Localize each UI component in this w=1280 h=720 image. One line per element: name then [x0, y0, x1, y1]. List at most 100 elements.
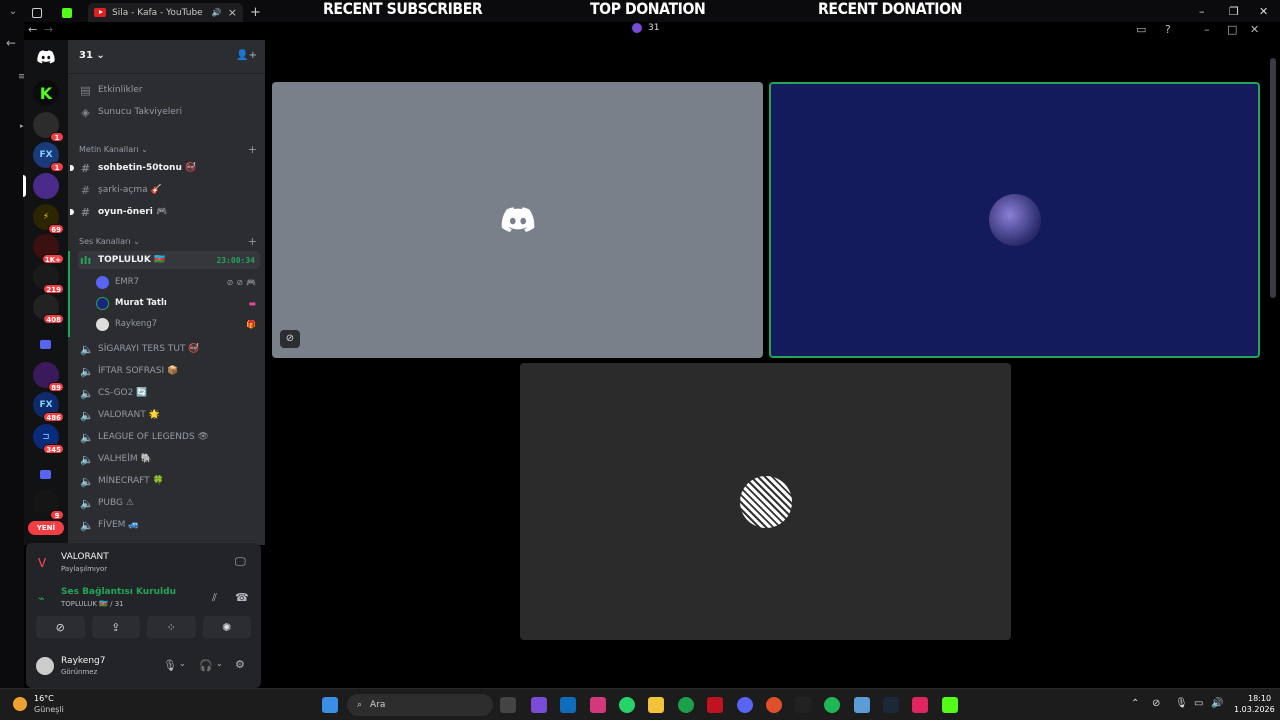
- instagram-icon[interactable]: [590, 697, 606, 713]
- new-tab-button[interactable]: +: [250, 3, 261, 22]
- voice-channel-path[interactable]: TOPLULUK 🇦🇿 / 31: [61, 600, 124, 608]
- collapse-arrow-icon[interactable]: ▸: [20, 122, 24, 130]
- voice-channel-valorant[interactable]: 🔈 VALORANT 🌟: [78, 406, 260, 424]
- code-icon[interactable]: [795, 697, 811, 713]
- voice-channel-csgo2[interactable]: 🔈 CS-GO2 🔄: [78, 384, 260, 402]
- microphone-icon[interactable]: 🎙: [163, 659, 177, 672]
- discord-home-button[interactable]: [33, 44, 59, 70]
- voice-channel-topluluk[interactable]: ılı TOPLULUK 🇦🇿 23:00:34: [78, 251, 260, 269]
- screen-share-button[interactable]: ⇪: [91, 616, 140, 638]
- voice-category[interactable]: Ses Kanalları ⌄: [79, 237, 140, 246]
- speaker-icon[interactable]: 🔊: [212, 8, 222, 17]
- server-bolt[interactable]: ⚡ 69: [33, 204, 64, 234]
- store-icon[interactable]: [560, 697, 576, 713]
- video-tile-emr7[interactable]: ⊘: [272, 82, 763, 358]
- server-5[interactable]: 219: [33, 264, 64, 294]
- guild-header[interactable]: 31 ⌄ 👤+: [68, 40, 265, 74]
- steam-icon[interactable]: [883, 697, 899, 713]
- server-12[interactable]: 9: [33, 490, 64, 520]
- nav-back-icon[interactable]: ←: [28, 23, 37, 36]
- server-fx-2[interactable]: FX 486: [33, 392, 64, 422]
- activities-button[interactable]: ⁘: [147, 616, 196, 638]
- folder-icon[interactable]: [40, 340, 51, 349]
- network-app-icon[interactable]: [854, 697, 870, 713]
- voice-status[interactable]: Ses Bağlantısı Kuruldu: [61, 587, 176, 597]
- boosts-item[interactable]: ◈ Sunucu Takviyeleri: [78, 103, 260, 121]
- tab-list-button[interactable]: ⌄: [4, 4, 22, 20]
- voice-user-murat[interactable]: Murat Tatlı ▬: [96, 294, 256, 312]
- disconnect-icon[interactable]: ☎: [235, 591, 249, 604]
- scrollbar[interactable]: [1270, 58, 1276, 298]
- browser-minimize-button[interactable]: –: [1199, 5, 1205, 18]
- copilot-icon[interactable]: [531, 697, 547, 713]
- server-6[interactable]: 408: [33, 294, 64, 324]
- nav-forward-icon[interactable]: →: [44, 23, 53, 36]
- tab-pinned-1[interactable]: [32, 3, 48, 22]
- voice-channel-lol[interactable]: 🔈 LEAGUE OF LEGENDS 👁: [78, 428, 260, 446]
- voice-channel-iftar[interactable]: 🔈 İFTAR SOFRASI 📦: [78, 362, 260, 380]
- invite-user-icon[interactable]: 👤+: [236, 50, 257, 61]
- server-4[interactable]: 1K+: [33, 234, 64, 264]
- weather-temp[interactable]: 16°C: [34, 694, 54, 703]
- audio-options-chevron-icon[interactable]: ⌄: [216, 659, 223, 668]
- server-10[interactable]: ⊐ 345: [33, 424, 64, 454]
- voice-channel-pubg[interactable]: 🔈 PUBG ⚠: [78, 494, 260, 512]
- start-windows-icon[interactable]: [322, 697, 338, 713]
- server-fx-1[interactable]: FX 1: [33, 142, 64, 172]
- noise-suppression-icon[interactable]: ⫽: [212, 591, 217, 605]
- add-text-channel-icon[interactable]: +: [248, 143, 257, 156]
- tray-chevron-icon[interactable]: ⌃: [1131, 698, 1139, 709]
- soundboard-button[interactable]: ✺: [202, 616, 251, 638]
- task-view-icon[interactable]: [500, 697, 516, 713]
- video-tile-murat[interactable]: [769, 82, 1260, 358]
- inbox-icon[interactable]: ▭: [1136, 23, 1146, 36]
- camera-off-button[interactable]: ⊘: [36, 616, 85, 638]
- valorant-taskbar-icon[interactable]: [912, 697, 928, 713]
- server-kick[interactable]: K: [33, 80, 59, 106]
- browser-close-button[interactable]: ✕: [1259, 5, 1268, 18]
- taskbar-search[interactable]: ⌕ Ara: [347, 694, 493, 716]
- whatsapp-icon[interactable]: [619, 697, 635, 713]
- text-channel-sohbetin[interactable]: # sohbetin-50tonu 🚭: [70, 159, 260, 177]
- chrome-icon[interactable]: [678, 697, 694, 713]
- file-explorer-icon[interactable]: [648, 697, 664, 713]
- app-icon-multicolor[interactable]: [766, 697, 782, 713]
- voice-channel-fivem[interactable]: 🔈 FİVEM 🚙: [78, 516, 260, 534]
- events-item[interactable]: ▤ Etkinlikler: [78, 81, 260, 99]
- text-channel-oyun[interactable]: # oyun-öneri 🎮: [70, 203, 260, 221]
- discord-taskbar-icon[interactable]: [737, 697, 753, 713]
- tray-mic-icon[interactable]: 🎙: [1175, 698, 1188, 709]
- back-arrow-icon[interactable]: ←: [6, 36, 16, 50]
- spotify-icon[interactable]: [824, 697, 840, 713]
- tab-pinned-2[interactable]: [62, 3, 78, 22]
- voice-channel-minecraft[interactable]: 🔈 MİNECRAFT 🍀: [78, 472, 260, 490]
- server-2[interactable]: 1: [33, 112, 64, 142]
- adobe-icon[interactable]: [707, 697, 723, 713]
- video-tile-raykeng7[interactable]: [520, 363, 1011, 640]
- close-tab-button[interactable]: ×: [228, 6, 237, 19]
- folder-icon[interactable]: [40, 470, 51, 479]
- settings-gear-icon[interactable]: ⚙: [235, 658, 245, 671]
- voice-user-raykeng7[interactable]: Raykeng7 🎁: [96, 315, 256, 333]
- server-8[interactable]: 89: [33, 362, 64, 392]
- voice-channel-valheim[interactable]: 🔈 VALHEİM 🐘: [78, 450, 260, 468]
- tab-youtube[interactable]: Sila - Kafa - YouTube 🔊 ×: [88, 3, 243, 22]
- mic-options-chevron-icon[interactable]: ⌄: [179, 659, 186, 668]
- browser-restore-button[interactable]: ❐: [1229, 5, 1239, 18]
- discord-close-button[interactable]: ✕: [1250, 23, 1259, 36]
- headphones-icon[interactable]: 🎧: [199, 659, 213, 672]
- clock-date[interactable]: 1.03.2026: [1234, 705, 1275, 714]
- add-voice-channel-icon[interactable]: +: [248, 235, 257, 248]
- discord-minimize-button[interactable]: –: [1204, 23, 1210, 36]
- clock-time[interactable]: 18:10: [1248, 694, 1271, 703]
- kick-taskbar-icon[interactable]: [942, 697, 958, 713]
- help-icon[interactable]: ?: [1165, 23, 1171, 36]
- stream-screen-icon[interactable]: 🖵: [235, 555, 246, 569]
- text-channel-sarki[interactable]: # şarki-açma 🎸: [78, 181, 260, 199]
- tray-speaker-icon[interactable]: 🔊: [1211, 698, 1223, 709]
- user-avatar[interactable]: [36, 657, 54, 675]
- voice-user-emr7[interactable]: EMR7 ⊘ ⊘ 🎮: [96, 273, 256, 291]
- discord-maximize-button[interactable]: □: [1227, 23, 1237, 36]
- voice-channel-sigara[interactable]: 🔈 SİGARAYI TERS TUT 🚭: [78, 340, 260, 358]
- server-31[interactable]: [33, 173, 59, 199]
